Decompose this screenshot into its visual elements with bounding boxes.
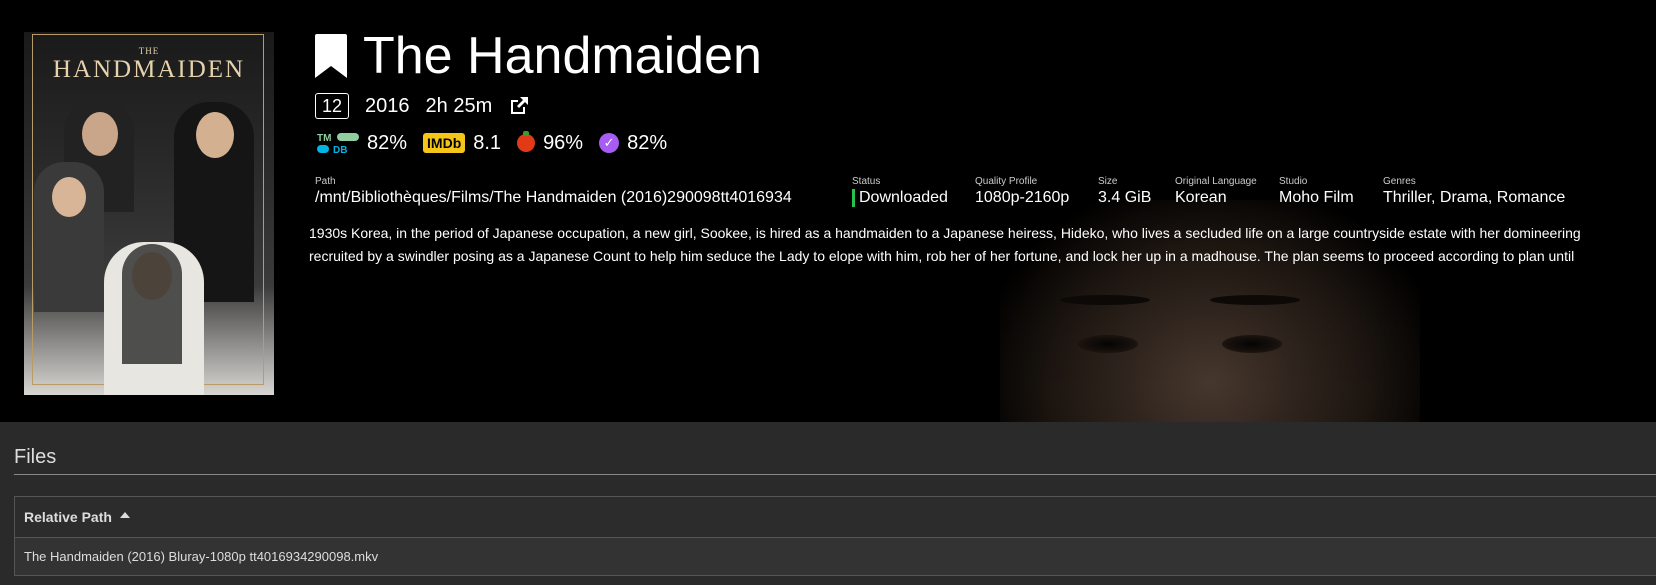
detail-studio: Studio Moho Film	[1279, 176, 1354, 207]
path-value: /mnt/Bibliothèques/Films/The Handmaiden …	[315, 189, 792, 206]
studio-value: Moho Film	[1279, 189, 1354, 206]
tomato-icon	[517, 131, 536, 152]
overview-line-2: recruited by a swindler posing as a Japa…	[309, 248, 1575, 264]
imdb-rating-value: 8.1	[473, 131, 502, 154]
files-divider	[14, 474, 1656, 475]
tmdb-rating: TM DB 82%	[315, 131, 407, 155]
size-value: 3.4 GiB	[1098, 189, 1152, 206]
table-row[interactable]: The Handmaiden (2016) Bluray-1080p tt401…	[15, 538, 1656, 575]
rotten-tomatoes-rating: 96%	[517, 131, 584, 155]
detail-status: Status Downloaded	[852, 176, 948, 207]
language-value: Korean	[1175, 189, 1227, 206]
movie-meta: 12 2016 2h 25m	[315, 93, 530, 119]
files-table: Relative Path The Handmaiden (2016) Blur…	[14, 496, 1656, 576]
detail-size: Size 3.4 GiB	[1098, 176, 1151, 207]
size-label: Size	[1098, 176, 1118, 187]
trakt-rating-value: 82%	[627, 131, 668, 154]
bookmark-icon[interactable]	[315, 34, 347, 78]
movie-runtime: 2h 25m	[425, 94, 493, 117]
detail-quality: Quality Profile 1080p-2160p	[975, 176, 1069, 207]
path-label: Path	[315, 176, 336, 187]
trakt-rating: ✓ 82%	[599, 132, 667, 155]
relative-path-cell: The Handmaiden (2016) Bluray-1080p tt401…	[24, 549, 379, 564]
external-link-icon[interactable]	[508, 95, 530, 117]
detail-genres: Genres Thriller, Drama, Romance	[1383, 176, 1565, 207]
status-label: Status	[852, 176, 881, 187]
genres-value: Thriller, Drama, Romance	[1383, 189, 1566, 206]
studio-label: Studio	[1279, 176, 1308, 187]
tmdb-icon: TM DB	[317, 133, 359, 155]
quality-value: 1080p-2160p	[975, 189, 1070, 206]
status-value: Downloaded	[852, 189, 948, 207]
tmdb-rating-value: 82%	[367, 131, 408, 154]
movie-poster[interactable]: THE HANDMAIDEN	[24, 32, 274, 395]
movie-title: The Handmaiden	[363, 27, 762, 85]
genres-label: Genres	[1383, 176, 1416, 187]
imdb-icon: IMDb	[423, 133, 466, 153]
relative-path-header-label: Relative Path	[24, 509, 112, 525]
movie-details-header: THE HANDMAIDEN The Handmaiden 12 2016 2h…	[0, 0, 1656, 422]
trakt-icon: ✓	[599, 133, 620, 153]
svg-text:TM: TM	[317, 133, 331, 144]
sort-ascending-icon[interactable]	[119, 512, 130, 518]
detail-language: Original Language Korean	[1175, 176, 1257, 207]
language-label: Original Language	[1175, 176, 1257, 187]
certification-badge: 12	[315, 93, 350, 119]
column-header-relative-path[interactable]: Relative Path	[15, 497, 1656, 538]
movie-year: 2016	[365, 94, 410, 117]
rotten-rating-value: 96%	[543, 131, 584, 154]
poster-small-title: THE	[138, 46, 160, 56]
svg-text:DB: DB	[333, 145, 347, 155]
ratings-row: TM DB 82% IMDb 8.1 96% ✓ 82%	[315, 131, 683, 155]
overview-line-1: 1930s Korea, in the period of Japanese o…	[309, 225, 1581, 241]
files-section-title: Files	[14, 446, 57, 468]
detail-path: Path /mnt/Bibliothèques/Films/The Handma…	[315, 176, 792, 207]
poster-title: HANDMAIDEN	[52, 56, 246, 83]
movie-overview: 1930s Korea, in the period of Japanese o…	[309, 222, 1656, 268]
quality-label: Quality Profile	[975, 176, 1038, 187]
title-row: The Handmaiden	[315, 26, 762, 86]
imdb-rating: IMDb 8.1	[423, 132, 501, 155]
